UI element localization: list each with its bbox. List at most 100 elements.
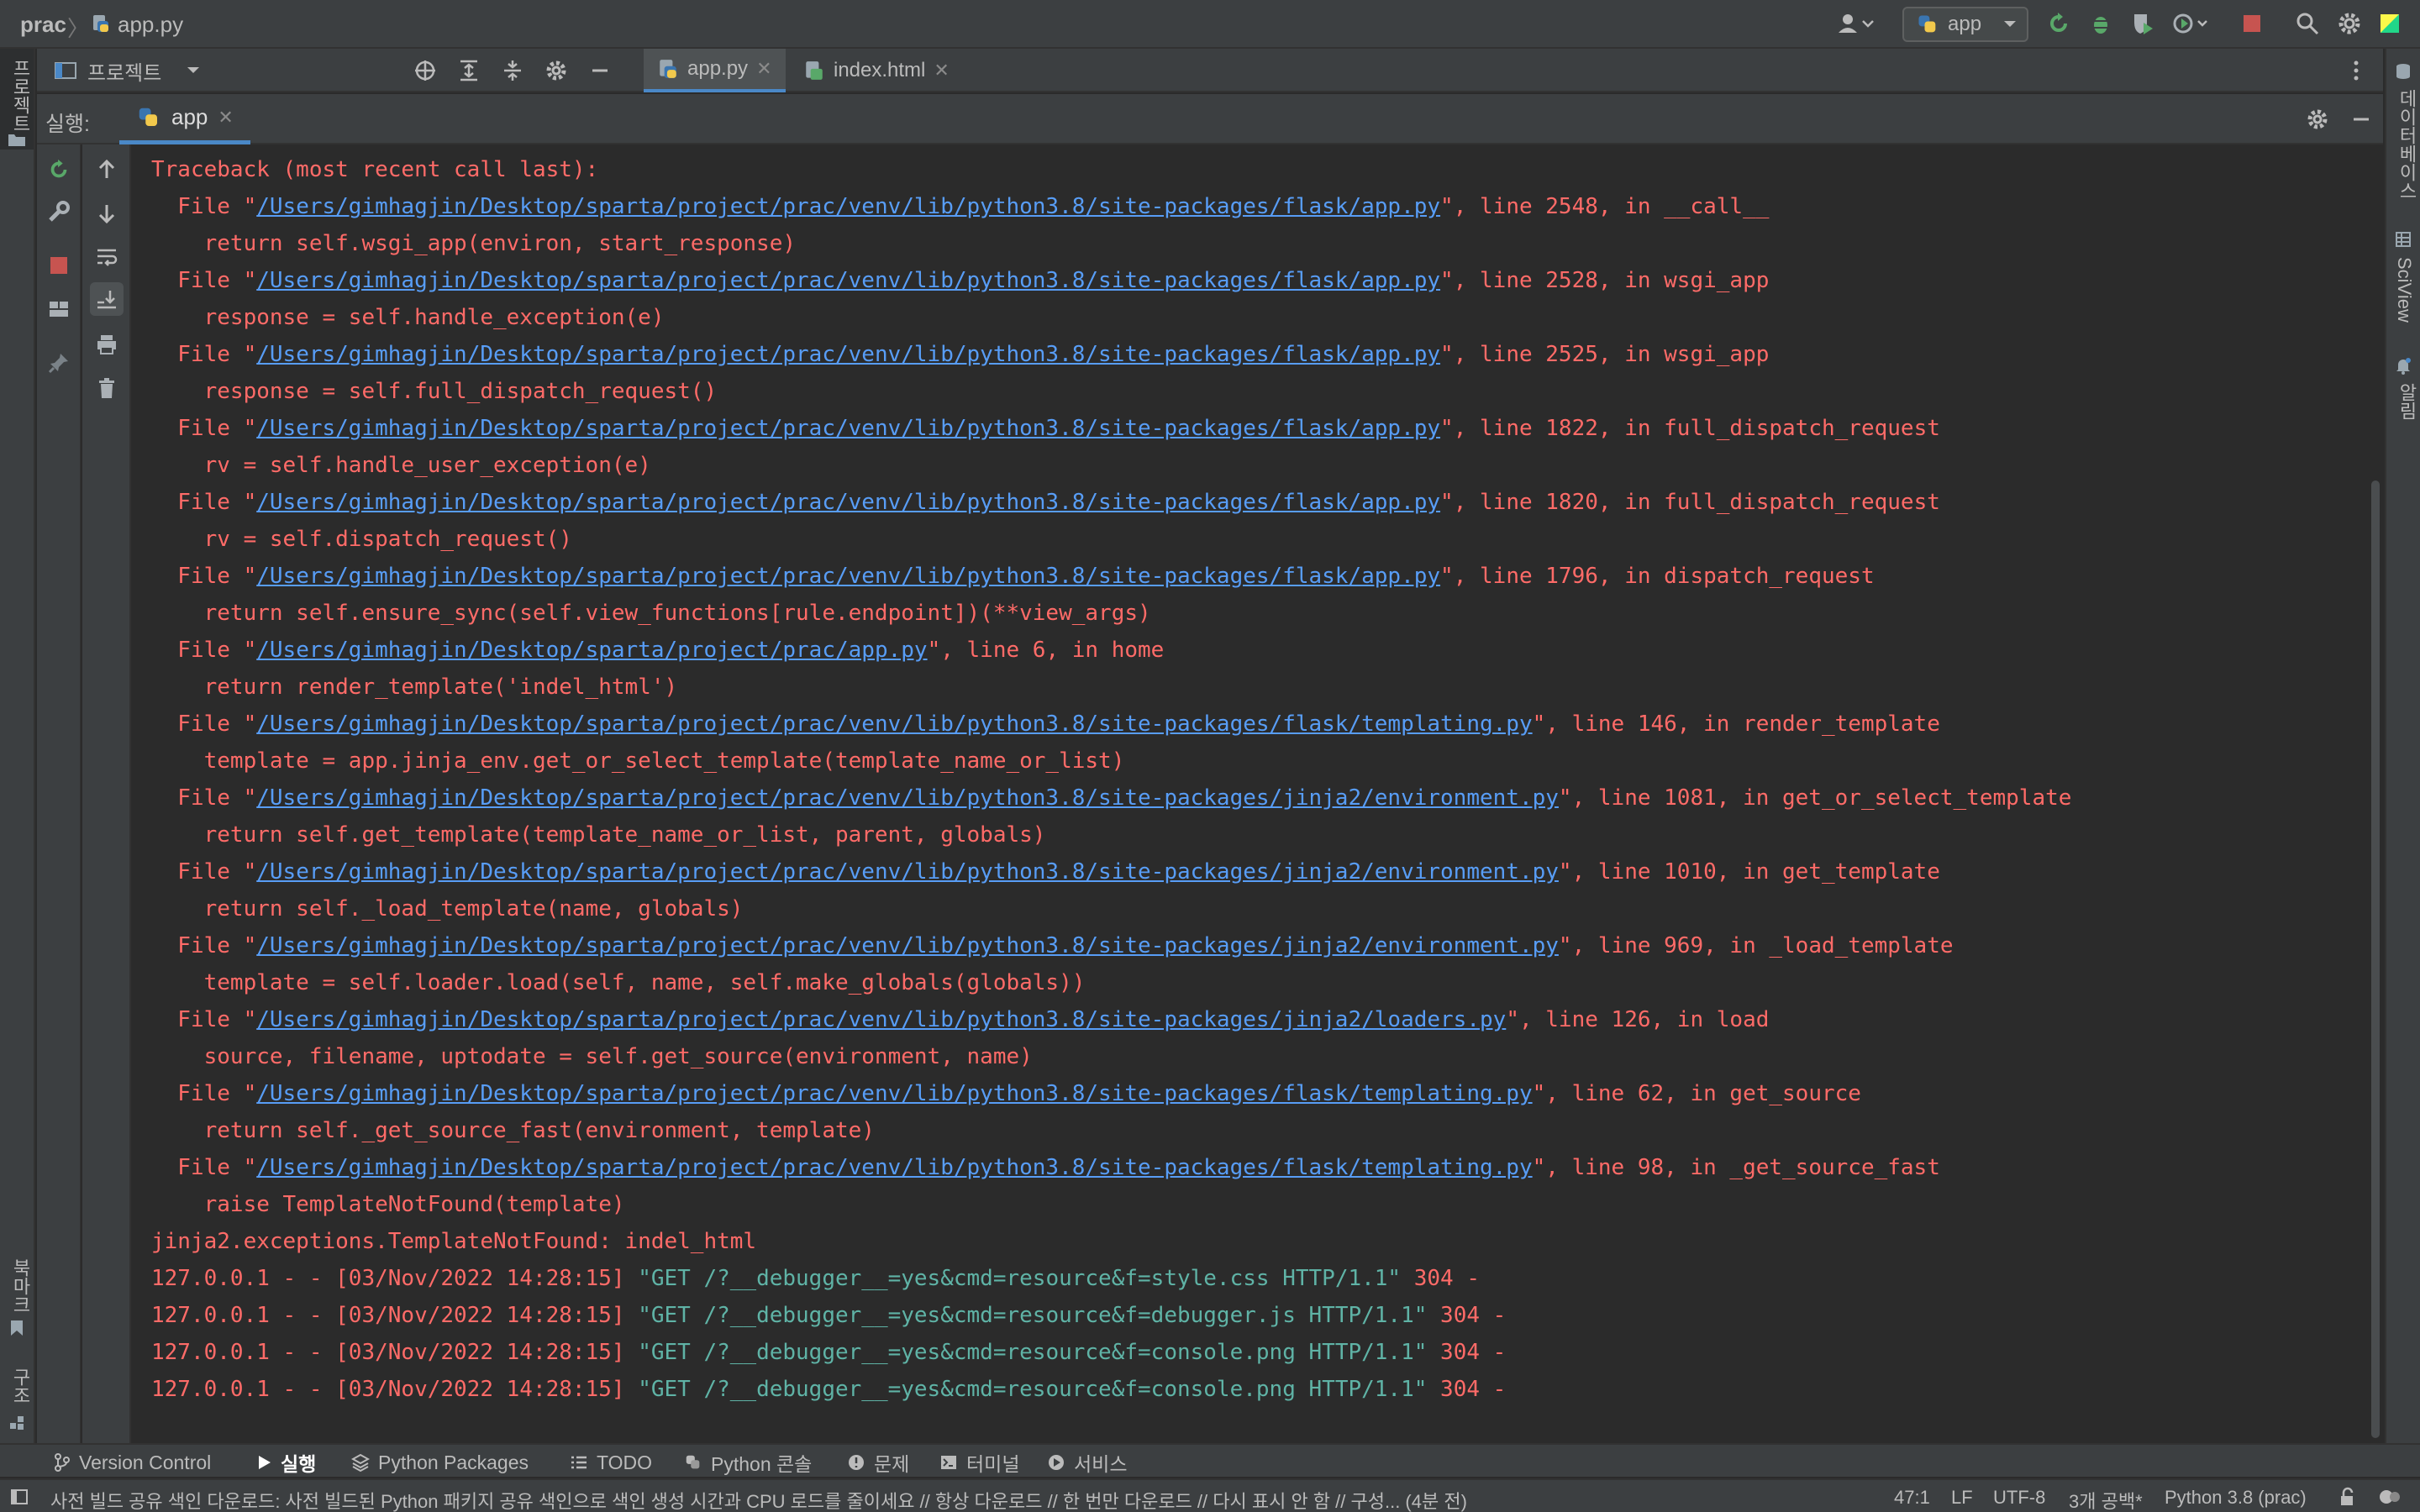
notifications-label: 알림	[2396, 383, 2417, 420]
traceback-file-link[interactable]: /Users/gimhagjin/Desktop/sparta/project/…	[256, 564, 1440, 589]
status-message[interactable]: 사전 빌드 공유 색인 다운로드: 사전 빌드된 Python 패키지 공유 색…	[50, 1487, 1467, 1512]
traceback-file-link[interactable]: /Users/gimhagjin/Desktop/sparta/project/…	[256, 711, 1532, 737]
trash-icon[interactable]	[90, 371, 124, 405]
lock-icon[interactable]	[2338, 1487, 2358, 1512]
project-tool-button[interactable]: 프로젝트	[0, 49, 34, 150]
run-configuration-selector[interactable]: app	[1902, 7, 2028, 42]
tab-python-packages[interactable]: Python Packages	[351, 1448, 529, 1477]
traceback-file-link[interactable]: /Users/gimhagjin/Desktop/sparta/project/…	[256, 194, 1440, 219]
close-tab-icon[interactable]: ✕	[934, 60, 949, 81]
traceback-prefix: File "	[151, 711, 257, 737]
caret-position[interactable]: 47:1	[1894, 1487, 1930, 1509]
indent-settings[interactable]: 3개 공백*	[2069, 1487, 2143, 1512]
arrow-up-icon[interactable]	[90, 153, 124, 186]
pin-icon[interactable]	[42, 346, 76, 380]
traceback-file-link[interactable]: /Users/gimhagjin/Desktop/sparta/project/…	[256, 1081, 1532, 1106]
profile-icon[interactable]	[2170, 8, 2212, 39]
structure-tool-button[interactable]: 구조	[0, 1359, 34, 1440]
tab-problems[interactable]: 문제	[847, 1448, 909, 1477]
close-tab-icon[interactable]: ✕	[756, 58, 771, 80]
traceback-file-link[interactable]: /Users/gimhagjin/Desktop/sparta/project/…	[256, 638, 927, 663]
hide-run-window-icon[interactable]	[2346, 104, 2376, 134]
breadcrumb-project[interactable]: prac	[20, 12, 66, 38]
console-text: template = app.jinja_env.get_or_select_t…	[151, 748, 1125, 774]
arrow-down-icon[interactable]	[90, 197, 124, 230]
traceback-file-link[interactable]: /Users/gimhagjin/Desktop/sparta/project/…	[256, 859, 1559, 885]
tab-run[interactable]: 실행	[255, 1448, 316, 1477]
print-icon[interactable]	[90, 328, 124, 361]
toggle-tool-windows-icon[interactable]	[10, 1488, 29, 1511]
layout-icon[interactable]	[42, 292, 76, 326]
coverage-icon[interactable]	[2128, 8, 2158, 39]
bottom-tool-tabs: Version Control 실행 Python Packages TODO …	[0, 1443, 2420, 1477]
traceback-file-link[interactable]: /Users/gimhagjin/Desktop/sparta/project/…	[256, 1007, 1506, 1032]
tab-todo[interactable]: TODO	[570, 1448, 652, 1477]
more-options-icon[interactable]	[2341, 55, 2371, 86]
traceback-prefix: File "	[151, 490, 257, 515]
close-run-tab-icon[interactable]: ✕	[218, 107, 233, 129]
bookmarks-tool-button[interactable]: 북마크	[0, 1250, 34, 1342]
bookmarks-label: 북마크	[10, 1258, 31, 1314]
traceback-prefix: File "	[151, 785, 257, 811]
inspection-status-icon[interactable]	[2378, 1487, 2402, 1512]
scrollbar-thumb[interactable]	[2371, 480, 2380, 1438]
settings-gear-icon[interactable]	[2334, 8, 2365, 39]
database-tool-button[interactable]: 데이터베이스	[2386, 57, 2420, 208]
log-prefix: 127.0.0.1 - - [03/Nov/2022 14:28:15]	[151, 1266, 639, 1291]
tab-terminal[interactable]: 터미널	[939, 1448, 1019, 1477]
traceback-file-link[interactable]: /Users/gimhagjin/Desktop/sparta/project/…	[256, 342, 1440, 367]
hide-panel-icon[interactable]	[585, 55, 615, 86]
stop-icon[interactable]	[2237, 8, 2267, 39]
line-separator[interactable]: LF	[1951, 1487, 1973, 1509]
project-view-selector[interactable]: 프로젝트	[54, 55, 202, 86]
tab-version-control[interactable]: Version Control	[54, 1448, 211, 1477]
wrench-icon[interactable]	[42, 195, 76, 228]
traceback-file-link[interactable]: /Users/gimhagjin/Desktop/sparta/project/…	[256, 1155, 1532, 1180]
traceback-file-link[interactable]: /Users/gimhagjin/Desktop/sparta/project/…	[256, 490, 1440, 515]
run-settings-gear-icon[interactable]	[2302, 104, 2333, 134]
traceback-file-link[interactable]: /Users/gimhagjin/Desktop/sparta/project/…	[256, 416, 1440, 441]
stop-icon[interactable]	[42, 249, 76, 282]
console-line: File "/Users/gimhagjin/Desktop/sparta/pr…	[151, 336, 2071, 373]
debug-icon[interactable]	[2086, 8, 2116, 39]
editor-tab-index-html[interactable]: index.html ✕	[790, 49, 963, 92]
scroll-to-end-icon[interactable]	[90, 282, 124, 316]
traceback-file-link[interactable]: /Users/gimhagjin/Desktop/sparta/project/…	[256, 268, 1440, 293]
breadcrumb-file[interactable]: app.py	[118, 12, 183, 38]
file-encoding[interactable]: UTF-8	[1993, 1487, 2045, 1509]
user-menu-icon[interactable]	[1830, 8, 1881, 39]
editor-tab-app-py[interactable]: app.py ✕	[644, 49, 786, 92]
console-scrollbar[interactable]	[2368, 144, 2383, 1443]
traceback-prefix: File "	[151, 268, 257, 293]
rerun-icon[interactable]	[2044, 8, 2074, 39]
console-text: return self.ensure_sync(self.view_functi…	[151, 601, 1151, 626]
rerun-icon[interactable]	[42, 153, 76, 186]
console-line: 127.0.0.1 - - [03/Nov/2022 14:28:15] "GE…	[151, 1334, 2071, 1371]
ide-logo-icon[interactable]	[2375, 8, 2405, 39]
project-settings-gear-icon[interactable]	[541, 55, 571, 86]
console-line: File "/Users/gimhagjin/Desktop/sparta/pr…	[151, 262, 2071, 299]
notifications-tool-button[interactable]: 알림	[2386, 351, 2420, 460]
search-icon[interactable]	[2292, 8, 2323, 39]
tab-label: 실행	[281, 1453, 317, 1475]
console-lines: Traceback (most recent call last): File …	[151, 151, 2071, 1408]
locate-file-icon[interactable]	[410, 55, 440, 86]
collapse-all-icon[interactable]	[497, 55, 528, 86]
traceback-prefix: File "	[151, 1081, 257, 1106]
traceback-file-link[interactable]: /Users/gimhagjin/Desktop/sparta/project/…	[256, 933, 1559, 958]
traceback-prefix: File "	[151, 342, 257, 367]
traceback-suffix: ", line 1822, in full_dispatch_request	[1440, 416, 1940, 441]
tab-python-console[interactable]: Python 콘솔	[684, 1448, 812, 1477]
console-line: template = self.loader.load(self, name, …	[151, 964, 2071, 1001]
traceback-prefix: File "	[151, 1007, 257, 1032]
console-line: return render_template('indel_html')	[151, 669, 2071, 706]
console-output[interactable]: Traceback (most recent call last): File …	[133, 144, 2368, 1443]
soft-wrap-icon[interactable]	[90, 240, 124, 274]
run-tab-app[interactable]: app ✕	[119, 94, 250, 144]
tab-services[interactable]: 서비스	[1047, 1448, 1127, 1477]
chevron-down-icon	[187, 67, 200, 73]
console-line: File "/Users/gimhagjin/Desktop/sparta/pr…	[151, 927, 2071, 964]
expand-all-icon[interactable]	[454, 55, 484, 86]
python-interpreter[interactable]: Python 3.8 (prac)	[2165, 1487, 2307, 1509]
traceback-file-link[interactable]: /Users/gimhagjin/Desktop/sparta/project/…	[256, 785, 1559, 811]
